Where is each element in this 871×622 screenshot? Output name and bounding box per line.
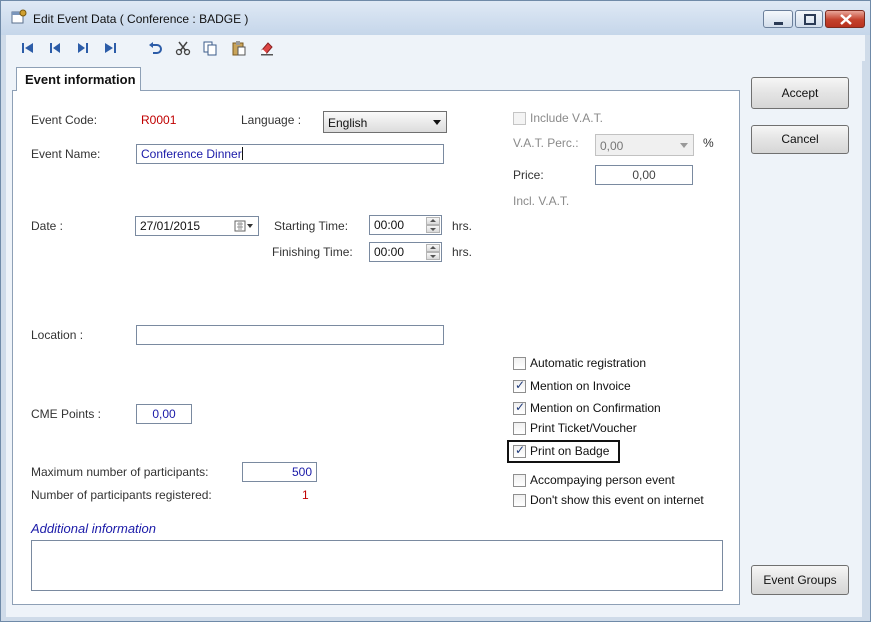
max-participants-input[interactable]: 500 <box>242 462 317 482</box>
additional-info-textarea[interactable] <box>31 540 723 591</box>
vat-perc-value: 0,00 <box>600 139 624 153</box>
event-name-value: Conference Dinner <box>141 147 242 161</box>
option-checkbox[interactable] <box>513 422 526 435</box>
finishing-time-label: Finishing Time: <box>272 245 353 259</box>
additional-info-label: Additional information <box>31 521 157 536</box>
paste-icon[interactable] <box>231 40 247 56</box>
last-record-icon[interactable] <box>102 40 118 56</box>
option-label: Accompaying person event <box>530 473 675 487</box>
language-select[interactable]: English <box>323 111 447 133</box>
close-button[interactable] <box>825 10 865 28</box>
location-input[interactable] <box>136 325 444 345</box>
option-label: Print Ticket/Voucher <box>530 421 637 435</box>
event-name-input[interactable]: Conference Dinner <box>136 144 444 164</box>
toolbar <box>6 35 865 61</box>
next-record-icon[interactable] <box>75 40 91 56</box>
undo-icon[interactable] <box>147 40 163 56</box>
accept-button[interactable]: Accept <box>751 77 849 109</box>
cme-points-input[interactable]: 0,00 <box>136 404 192 424</box>
edit-event-window: Edit Event Data ( Conference : BADGE ) E… <box>0 0 871 622</box>
price-input[interactable]: 0,00 <box>595 165 693 185</box>
chevron-down-icon <box>433 120 441 125</box>
option-checkbox[interactable] <box>513 378 526 393</box>
title-bar: Edit Event Data ( Conference : BADGE ) <box>1 1 870 35</box>
calendar-icon[interactable] <box>234 219 254 236</box>
hrs-label-start: hrs. <box>452 219 473 233</box>
price-label: Price: <box>513 168 544 182</box>
starting-time-input[interactable]: 00:00 <box>369 215 442 235</box>
option-checkbox[interactable] <box>513 357 526 370</box>
date-value: 27/01/2015 <box>140 219 201 233</box>
cme-points-label: CME Points : <box>31 407 102 421</box>
include-vat-label: Include V.A.T. <box>530 111 603 125</box>
cut-icon[interactable] <box>175 40 191 56</box>
location-label: Location : <box>31 328 84 342</box>
starting-time-spinner[interactable] <box>426 217 440 233</box>
language-label: Language : <box>241 113 302 127</box>
minimize-button[interactable] <box>763 10 793 28</box>
first-record-icon[interactable] <box>20 40 36 56</box>
option-label: Mention on Invoice <box>530 379 631 393</box>
incl-vat-label: Incl. V.A.T. <box>513 194 570 208</box>
cancel-button[interactable]: Cancel <box>751 125 849 154</box>
copy-icon[interactable] <box>202 40 218 56</box>
registered-label: Number of participants registered: <box>31 488 212 502</box>
event-groups-button[interactable]: Event Groups <box>751 565 849 595</box>
option-label: Don't show this event on internet <box>530 493 704 507</box>
starting-time-label: Starting Time: <box>274 219 349 233</box>
date-input[interactable]: 27/01/2015 <box>135 216 259 236</box>
option-checkbox[interactable] <box>513 474 526 487</box>
hrs-label-finish: hrs. <box>452 245 473 259</box>
finishing-time-spinner[interactable] <box>426 244 440 260</box>
max-participants-label: Maximum number of participants: <box>31 465 209 479</box>
previous-record-icon[interactable] <box>47 40 63 56</box>
window-title: Edit Event Data ( Conference : BADGE ) <box>33 12 249 26</box>
option-label: Automatic registration <box>530 356 647 370</box>
date-label: Date : <box>31 219 64 233</box>
app-icon <box>11 9 27 25</box>
finishing-time-value: 00:00 <box>374 245 405 259</box>
event-name-label: Event Name: <box>31 147 101 161</box>
include-vat-box[interactable] <box>513 112 526 125</box>
language-value: English <box>328 116 368 130</box>
option-label: Mention on Confirmation <box>530 401 661 415</box>
event-code-value: R0001 <box>141 113 177 127</box>
option-checkbox[interactable] <box>513 443 526 458</box>
vat-perc-label: V.A.T. Perc.: <box>513 136 579 150</box>
tab-event-information[interactable]: Event information <box>16 67 141 91</box>
option-checkbox[interactable] <box>513 400 526 415</box>
maximize-button[interactable] <box>795 10 823 28</box>
option-label: Print on Badge <box>530 444 610 458</box>
chevron-down-icon <box>680 143 688 148</box>
option-checkbox[interactable] <box>513 494 526 507</box>
event-code-label: Event Code: <box>31 113 98 127</box>
finishing-time-input[interactable]: 00:00 <box>369 242 442 262</box>
vat-perc-select[interactable]: 0,00 <box>595 134 694 156</box>
percent-sign: % <box>703 136 714 150</box>
clear-icon[interactable] <box>259 40 275 56</box>
text-cursor <box>241 147 243 160</box>
starting-time-value: 00:00 <box>374 218 405 232</box>
registered-value: 1 <box>302 488 309 502</box>
